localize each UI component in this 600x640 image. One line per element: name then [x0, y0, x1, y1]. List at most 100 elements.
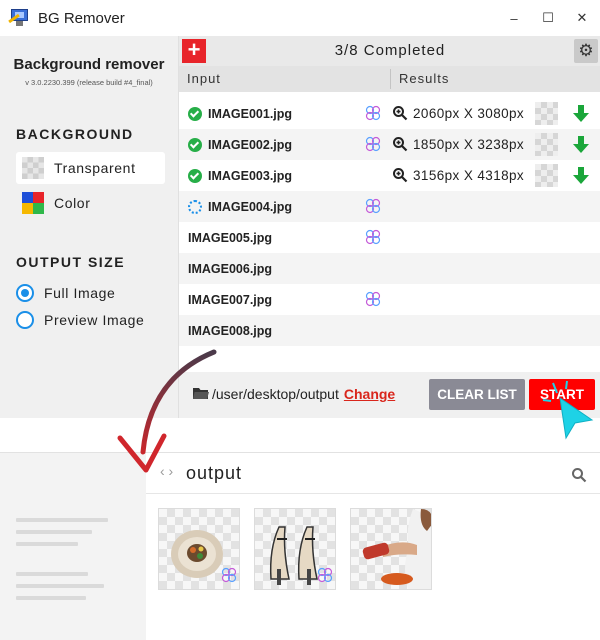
result-size-text: 3156px X 4318px: [413, 167, 525, 183]
results-column-header: Results: [399, 71, 450, 86]
search-icon[interactable]: [571, 467, 587, 483]
maximize-button[interactable]: ☐: [542, 10, 554, 26]
background-option-label: Color: [54, 195, 91, 211]
minimize-button[interactable]: –: [508, 11, 520, 26]
result-size-text: 2060px X 3080px: [413, 105, 525, 121]
file-row[interactable]: IMAGE008.jpg: [179, 315, 600, 346]
file-list: IMAGE001.jpg 2060px X 3080px IMAGE002.jpg 1…: [179, 98, 600, 346]
result-thumbnail[interactable]: [535, 164, 558, 187]
add-images-button[interactable]: +: [182, 39, 206, 63]
input-column-header: Input: [187, 71, 221, 86]
queue-footer: /user/desktop/output Change CLEAR LIST ST…: [179, 372, 600, 418]
result-size: 2060px X 3080px: [392, 105, 524, 121]
check-icon: [188, 138, 202, 152]
output-option-label: Preview Image: [44, 312, 145, 328]
explorer-sidebar: [0, 453, 146, 640]
output-path: /user/desktop/output Change: [212, 386, 395, 402]
ai-badge-icon: [363, 289, 383, 311]
version-label: v 3.0.2230.399 (release build #4_final): [25, 78, 153, 87]
file-row[interactable]: IMAGE004.jpg: [179, 191, 600, 222]
file-name-text: IMAGE003.jpg: [208, 169, 293, 183]
radio-selected-icon[interactable]: [16, 284, 34, 302]
download-arrow-icon[interactable]: [573, 167, 589, 185]
settings-gear-icon[interactable]: ⚙: [574, 39, 598, 63]
column-headers: Input Results: [179, 66, 600, 92]
file-name: IMAGE004.jpg: [188, 200, 292, 214]
title-bar: BG Remover – ☐ ✕: [0, 0, 600, 36]
file-name-text: IMAGE002.jpg: [208, 138, 293, 152]
output-thumbnail-plate[interactable]: [158, 508, 240, 590]
background-section-title: BACKGROUND: [16, 126, 134, 142]
file-row[interactable]: IMAGE006.jpg: [179, 253, 600, 284]
zoom-icon[interactable]: [392, 167, 408, 183]
folder-icon: [193, 388, 209, 399]
result-size: 1850px X 3238px: [392, 136, 524, 152]
explorer-nav-arrows[interactable]: ‹ ›: [160, 463, 173, 479]
file-name-text: IMAGE008.jpg: [188, 324, 273, 338]
file-name: IMAGE007.jpg: [188, 293, 272, 307]
file-row[interactable]: IMAGE002.jpg 1850px X 3238px: [179, 129, 600, 160]
file-name-text: IMAGE004.jpg: [208, 200, 293, 214]
ai-badge-icon: [363, 134, 383, 156]
output-option-full[interactable]: Full Image: [16, 284, 115, 302]
background-option-transparent[interactable]: Transparent: [16, 152, 165, 184]
zoom-icon[interactable]: [392, 136, 408, 152]
check-icon: [188, 107, 202, 121]
file-row[interactable]: IMAGE001.jpg 2060px X 3080px: [179, 98, 600, 129]
radio-unselected-icon[interactable]: [16, 311, 34, 329]
file-name: IMAGE008.jpg: [188, 324, 272, 338]
file-name-text: IMAGE005.jpg: [188, 231, 273, 245]
progress-status: 3/8 Completed: [334, 42, 446, 59]
file-name: IMAGE001.jpg: [188, 107, 292, 121]
download-arrow-icon[interactable]: [573, 105, 589, 123]
download-arrow-icon[interactable]: [573, 136, 589, 154]
explorer-folder-title: output: [186, 463, 243, 483]
ai-badge-icon: [219, 565, 239, 587]
file-row[interactable]: IMAGE007.jpg: [179, 284, 600, 315]
zoom-icon[interactable]: [392, 105, 408, 121]
file-name-text: IMAGE001.jpg: [208, 107, 293, 121]
output-thumbnail-sauce[interactable]: [350, 508, 432, 590]
result-thumbnail[interactable]: [535, 133, 558, 156]
background-option-label: Transparent: [54, 160, 136, 176]
background-option-color[interactable]: Color: [16, 187, 165, 219]
sauce-woman-image: [362, 509, 431, 589]
output-size-section-title: OUTPUT SIZE: [16, 254, 126, 270]
ai-badge-icon: [363, 196, 383, 218]
queue-panel: 3/8 Completed + ⚙ Input Results IMAGE001…: [178, 36, 600, 418]
ai-badge-icon: [315, 565, 335, 587]
close-button[interactable]: ✕: [576, 10, 588, 26]
ai-badge-icon: [363, 103, 383, 125]
file-name: IMAGE005.jpg: [188, 231, 272, 245]
file-explorer: ‹ › output: [0, 452, 600, 640]
window-controls: – ☐ ✕: [508, 0, 588, 36]
file-name: IMAGE006.jpg: [188, 262, 272, 276]
file-name-text: IMAGE006.jpg: [188, 262, 273, 276]
result-size-text: 1850px X 3238px: [413, 136, 525, 152]
window-title: BG Remover: [38, 9, 125, 27]
ai-badge-icon: [363, 227, 383, 249]
clear-list-button[interactable]: CLEAR LIST: [429, 379, 525, 410]
settings-sidebar: Background remover v 3.0.2230.399 (relea…: [0, 36, 178, 418]
column-divider: [390, 69, 391, 89]
color-swatch-icon: [22, 192, 44, 214]
file-name: IMAGE002.jpg: [188, 138, 292, 152]
app-name: Background remover: [13, 56, 165, 73]
output-option-preview[interactable]: Preview Image: [16, 311, 144, 329]
file-row[interactable]: IMAGE003.jpg 3156px X 4318px: [179, 160, 600, 191]
result-thumbnail[interactable]: [535, 102, 558, 125]
transparent-swatch-icon: [22, 157, 44, 179]
file-name-text: IMAGE007.jpg: [188, 293, 273, 307]
output-thumbnail-sandals[interactable]: [254, 508, 336, 590]
queue-header: 3/8 Completed + ⚙: [179, 36, 600, 66]
app-logo-icon: [8, 8, 30, 28]
change-path-link[interactable]: Change: [344, 386, 395, 402]
result-size: 3156px X 4318px: [392, 167, 524, 183]
start-button[interactable]: START: [529, 379, 595, 410]
output-path-text: /user/desktop/output: [212, 386, 339, 402]
output-option-label: Full Image: [44, 285, 116, 301]
file-row[interactable]: IMAGE005.jpg: [179, 222, 600, 253]
check-icon: [188, 169, 202, 183]
loading-spinner-icon: [188, 200, 202, 214]
file-name: IMAGE003.jpg: [188, 169, 292, 183]
